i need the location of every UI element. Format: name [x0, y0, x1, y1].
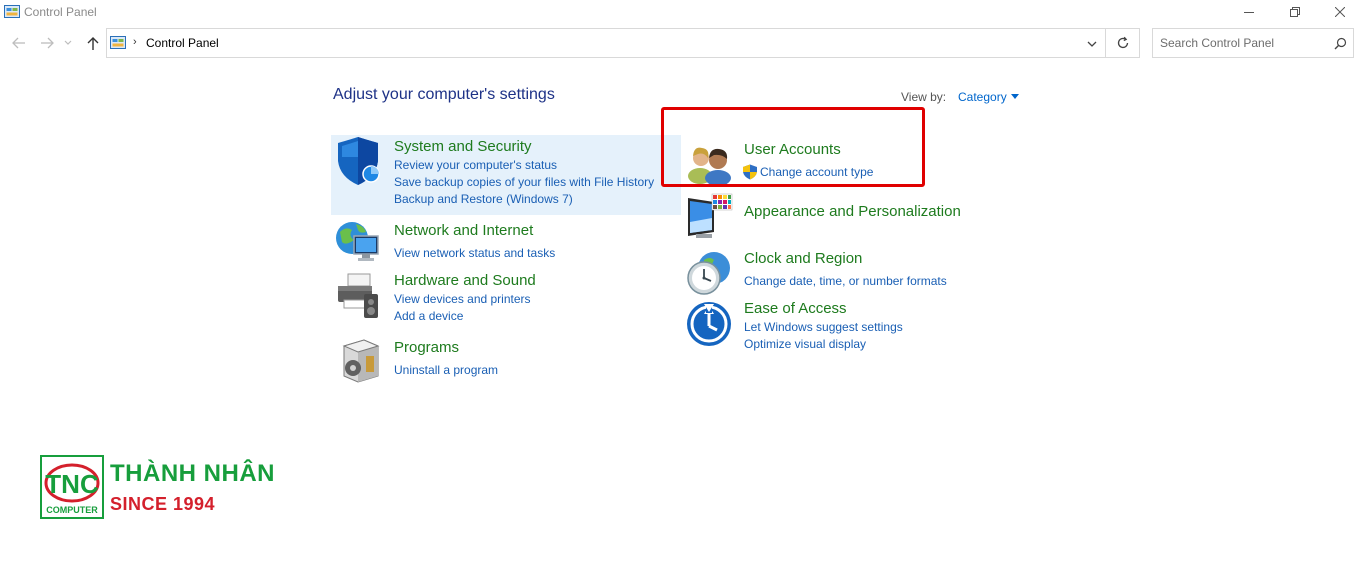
refresh-button[interactable] [1106, 28, 1140, 58]
chevron-down-icon[interactable] [1085, 37, 1099, 51]
chevron-down-icon [64, 40, 72, 45]
tnc-logo-letters: TNC [45, 469, 99, 499]
category-network-internet[interactable]: Network and Internet [394, 222, 533, 239]
arrow-left-icon [12, 37, 25, 49]
close-icon [1335, 7, 1345, 17]
link-network-status[interactable]: View network status and tasks [394, 246, 555, 260]
link-uninstall-program[interactable]: Uninstall a program [394, 363, 498, 377]
breadcrumb-control-panel[interactable]: Control Panel [146, 36, 219, 50]
printer-speaker-icon[interactable] [334, 272, 382, 320]
link-optimize-display[interactable]: Optimize visual display [744, 337, 866, 351]
ease-of-access-icon[interactable] [686, 300, 734, 348]
search-input[interactable] [1153, 29, 1329, 57]
refresh-icon [1117, 36, 1128, 49]
category-appearance[interactable]: Appearance and Personalization [744, 203, 961, 220]
category-hardware-sound[interactable]: Hardware and Sound [394, 272, 536, 289]
shield-icon[interactable] [334, 137, 382, 185]
category-ease-of-access[interactable]: Ease of Access [744, 300, 847, 317]
control-panel-icon [4, 5, 20, 18]
tnc-logo-mark: TNC COMPUTER [40, 455, 104, 519]
link-review-status[interactable]: Review your computer's status [394, 158, 557, 172]
brand-logo: TNC COMPUTER THÀNH NHÂN SINCE 1994 [40, 455, 274, 521]
up-button[interactable] [84, 34, 102, 52]
restore-icon [1290, 7, 1300, 17]
forward-button[interactable] [38, 34, 56, 52]
caret-down-icon[interactable] [1011, 94, 1019, 99]
globe-monitor-icon[interactable] [334, 218, 382, 266]
program-box-icon[interactable] [336, 336, 384, 384]
link-devices-printers[interactable]: View devices and printers [394, 292, 531, 306]
link-file-history[interactable]: Save backup copies of your files with Fi… [394, 175, 654, 189]
link-add-device[interactable]: Add a device [394, 309, 463, 323]
arrow-up-icon [87, 37, 99, 50]
breadcrumb-separator[interactable]: › [133, 36, 137, 48]
monitor-palette-icon[interactable] [686, 192, 734, 240]
window-title: Control Panel [24, 5, 97, 19]
view-by-dropdown[interactable]: Category [958, 90, 1007, 104]
back-button[interactable] [10, 34, 28, 52]
category-programs[interactable]: Programs [394, 339, 459, 356]
search-box[interactable] [1152, 28, 1354, 58]
link-windows-suggest[interactable]: Let Windows suggest settings [744, 320, 903, 334]
annotation-highlight-box [661, 107, 925, 187]
arrow-right-icon [41, 37, 54, 49]
view-by-label: View by: [901, 90, 947, 104]
close-button[interactable] [1317, 0, 1363, 24]
address-bar[interactable]: › Control Panel [106, 28, 1106, 58]
category-system-security[interactable]: System and Security [394, 138, 532, 155]
tnc-logo-caption: COMPUTER [46, 505, 98, 515]
page-title: Adjust your computer's settings [333, 86, 555, 103]
control-panel-icon [110, 36, 126, 49]
category-clock-region[interactable]: Clock and Region [744, 250, 862, 267]
recent-locations-button[interactable] [62, 34, 74, 52]
brand-name: THÀNH NHÂN [110, 460, 275, 487]
link-backup-restore[interactable]: Backup and Restore (Windows 7) [394, 192, 573, 206]
brand-since: SINCE 1994 [110, 494, 216, 514]
minimize-icon [1244, 12, 1254, 13]
link-change-formats[interactable]: Change date, time, or number formats [744, 274, 947, 288]
minimize-button[interactable] [1226, 0, 1272, 24]
title-bar: Control Panel [0, 0, 1363, 24]
clock-globe-icon[interactable] [684, 248, 732, 296]
search-icon[interactable] [1334, 37, 1347, 50]
restore-button[interactable] [1272, 0, 1318, 24]
